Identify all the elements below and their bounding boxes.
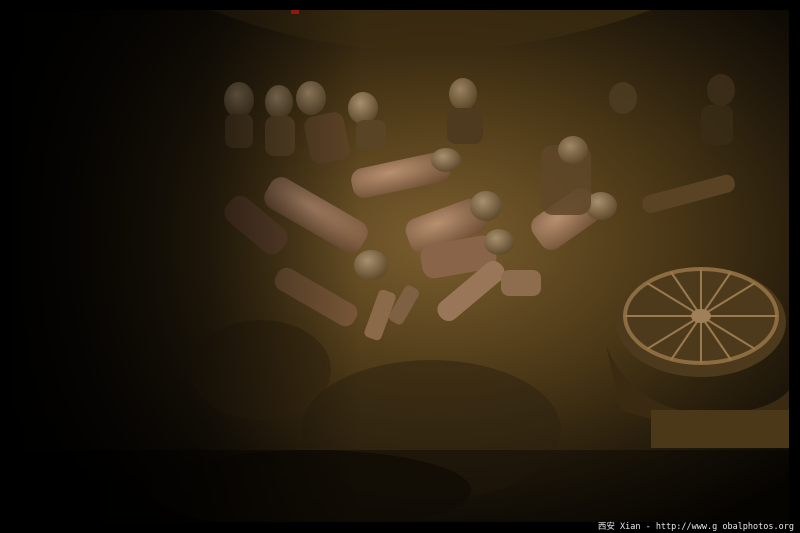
excavation-photo: [11, 10, 789, 522]
excavation-scene: [11, 10, 789, 522]
photo-caption: 西安 Xian - http://www.g obalphotos.org: [597, 522, 794, 532]
left-shadow: [11, 10, 789, 522]
bottom-shadow: [11, 450, 789, 522]
photo-frame: 西安 Xian - http://www.g obalphotos.org: [0, 0, 800, 533]
